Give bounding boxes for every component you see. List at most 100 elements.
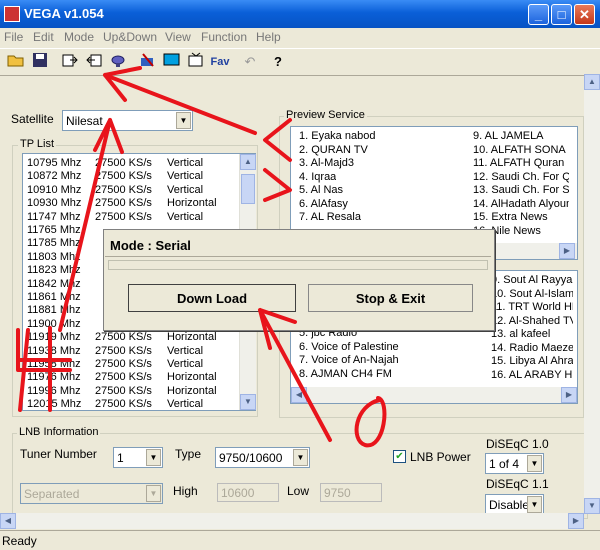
chevron-down-icon[interactable]: ▼ bbox=[527, 455, 542, 472]
service-item[interactable]: 7. Voice of An-Najah bbox=[299, 354, 399, 367]
close-button[interactable]: ✕ bbox=[574, 4, 595, 25]
tp-freq: 11919 Mhz bbox=[27, 331, 81, 344]
fav-icon[interactable]: Fav bbox=[210, 52, 230, 72]
tv-icon[interactable] bbox=[186, 52, 206, 72]
service-item[interactable]: 6. AlAfasy bbox=[299, 198, 348, 211]
tp-freq: 11842 Mhz bbox=[27, 277, 81, 290]
type-label: Type bbox=[175, 447, 202, 461]
tp-freq: 11785 Mhz bbox=[27, 237, 81, 250]
service-item[interactable]: 13. al kafeel bbox=[491, 328, 550, 341]
scroll-right-icon[interactable]: ▶ bbox=[559, 243, 575, 259]
tp-rate: 27500 KS/s bbox=[95, 170, 152, 183]
scroll-right-icon[interactable]: ▶ bbox=[568, 513, 584, 529]
service-item[interactable]: 16. AL ARABY HD bbox=[491, 369, 573, 382]
undo-icon[interactable]: ↶ bbox=[240, 52, 260, 72]
tp-freq: 12015 Mhz bbox=[27, 398, 82, 411]
service-item[interactable]: 2. QURAN TV bbox=[299, 144, 368, 157]
receive-icon[interactable] bbox=[84, 52, 104, 72]
tp-rate: 27500 KS/s bbox=[95, 384, 152, 397]
service-item[interactable]: 7. AL Resala bbox=[299, 211, 361, 224]
help-icon[interactable]: ? bbox=[268, 52, 288, 72]
tp-rate: 27500 KS/s bbox=[95, 157, 152, 169]
diseqc11-combo[interactable]: Disable ▼ bbox=[485, 494, 544, 515]
service-item[interactable]: 14. Radio Maezer Sena bbox=[491, 342, 573, 355]
low-input[interactable]: 9750 bbox=[320, 483, 382, 502]
service-item[interactable]: 4. Iqraa bbox=[299, 171, 336, 184]
maximize-button[interactable]: □ bbox=[551, 4, 572, 25]
service-item[interactable]: 15. Libya Al Ahrar HD bbox=[491, 355, 573, 368]
lnb-mode-combo[interactable]: Separated ▼ bbox=[20, 483, 163, 504]
service-item[interactable]: 9. AL JAMELA bbox=[473, 130, 544, 143]
scroll-right-icon[interactable]: ▶ bbox=[561, 387, 577, 403]
save-icon[interactable] bbox=[30, 52, 50, 72]
open-icon[interactable] bbox=[6, 52, 26, 72]
menu-function[interactable]: Function bbox=[201, 30, 247, 44]
scroll-up-icon[interactable]: ▲ bbox=[584, 74, 600, 90]
tp-freq: 10930 Mhz bbox=[27, 197, 82, 210]
tp-freq: 11803 Mhz bbox=[27, 250, 81, 263]
service-item[interactable]: 10. ALFATH SONA bbox=[473, 144, 566, 157]
scroll-left-icon[interactable]: ◀ bbox=[291, 387, 307, 403]
send-icon[interactable] bbox=[60, 52, 80, 72]
service-item[interactable]: 11. TRT World HD bbox=[491, 301, 573, 314]
tp-pol: Vertical bbox=[167, 344, 204, 357]
service-item[interactable]: 12. Al-Shahed TV HD bbox=[491, 315, 573, 328]
menu-help[interactable]: Help bbox=[256, 30, 281, 44]
title-bar: VEGA v1.054 _ □ ✕ bbox=[0, 0, 600, 28]
high-input[interactable]: 10600 bbox=[217, 483, 279, 502]
service-item[interactable]: 1. Eyaka nabod bbox=[299, 130, 375, 143]
tuner-combo[interactable]: 1 ▼ bbox=[113, 447, 163, 468]
progress-bar bbox=[108, 260, 488, 270]
chevron-down-icon[interactable]: ▼ bbox=[293, 449, 308, 466]
download-button[interactable]: Down Load bbox=[128, 284, 296, 312]
tp-freq: 11881 Mhz bbox=[27, 304, 81, 317]
app-icon[interactable] bbox=[4, 6, 20, 22]
chevron-down-icon[interactable]: ▼ bbox=[146, 485, 161, 502]
preview-list-2-hscroll[interactable]: ◀ ▶ bbox=[291, 387, 577, 403]
chevron-down-icon[interactable]: ▼ bbox=[146, 449, 161, 466]
service-item[interactable]: 3. Al-Majd3 bbox=[299, 157, 354, 170]
chevron-down-icon[interactable]: ▼ bbox=[176, 112, 191, 129]
edit-icon[interactable] bbox=[138, 52, 158, 72]
monitor-icon[interactable] bbox=[162, 52, 182, 72]
lnb-power-checkbox[interactable]: ✔ bbox=[393, 450, 406, 463]
scroll-thumb[interactable] bbox=[241, 174, 255, 204]
minimize-button[interactable]: _ bbox=[528, 4, 549, 25]
scroll-up-icon[interactable]: ▲ bbox=[240, 154, 256, 170]
satellite-combo[interactable]: Nilesat ▼ bbox=[62, 110, 193, 131]
diseqc10-label: DiSEqC 1.0 bbox=[486, 437, 549, 451]
service-item[interactable]: 5. Al Nas bbox=[299, 184, 343, 197]
chevron-down-icon[interactable]: ▼ bbox=[527, 496, 542, 513]
menu-mode[interactable]: Mode bbox=[64, 30, 94, 44]
scroll-down-icon[interactable]: ▼ bbox=[584, 498, 600, 514]
menu-file[interactable]: File bbox=[4, 30, 23, 44]
service-item[interactable]: 11. ALFATH Quran bbox=[473, 157, 564, 170]
service-item[interactable]: 14. AlHadath Alyoum bbox=[473, 198, 569, 211]
tp-rate: 27500 KS/s bbox=[95, 210, 152, 223]
scroll-down-icon[interactable]: ▼ bbox=[240, 394, 256, 410]
window-title: VEGA v1.054 bbox=[24, 6, 104, 21]
satellite-icon[interactable] bbox=[108, 52, 128, 72]
service-item[interactable]: 10. Sout Al-Islam Doh bbox=[491, 288, 573, 301]
tp-rate: 27500 KS/s bbox=[95, 358, 152, 370]
diseqc10-combo[interactable]: 1 of 4 ▼ bbox=[485, 453, 544, 474]
tuner-value: 1 bbox=[117, 451, 124, 465]
menu-view[interactable]: View bbox=[165, 30, 191, 44]
stop-exit-button[interactable]: Stop & Exit bbox=[308, 284, 473, 312]
service-item[interactable]: 13. Saudi Ch. For Su bbox=[473, 184, 569, 197]
tuner-label: Tuner Number bbox=[20, 447, 97, 461]
service-item[interactable]: 6. Voice of Palestine bbox=[299, 341, 399, 354]
tp-freq: 11900 Mhz bbox=[27, 317, 81, 330]
service-item[interactable]: 15. Extra News bbox=[473, 211, 548, 224]
window-hscroll[interactable]: ◀ ▶ bbox=[0, 513, 584, 529]
type-combo[interactable]: 9750/10600 ▼ bbox=[215, 447, 310, 468]
service-item[interactable]: 12. Saudi Ch. For Qu bbox=[473, 171, 569, 184]
scroll-left-icon[interactable]: ◀ bbox=[0, 513, 16, 529]
tp-rate: 27500 KS/s bbox=[95, 398, 152, 411]
menu-updown[interactable]: Up&Down bbox=[103, 30, 157, 44]
window-vscroll[interactable]: ▲ ▼ bbox=[584, 74, 600, 514]
service-item[interactable]: 8. AJMAN CH4 FM bbox=[299, 368, 392, 381]
tp-pol: Horizontal bbox=[167, 384, 217, 397]
menu-edit[interactable]: Edit bbox=[33, 30, 54, 44]
service-item[interactable]: 9. Sout Al Rayyan bbox=[491, 274, 573, 287]
